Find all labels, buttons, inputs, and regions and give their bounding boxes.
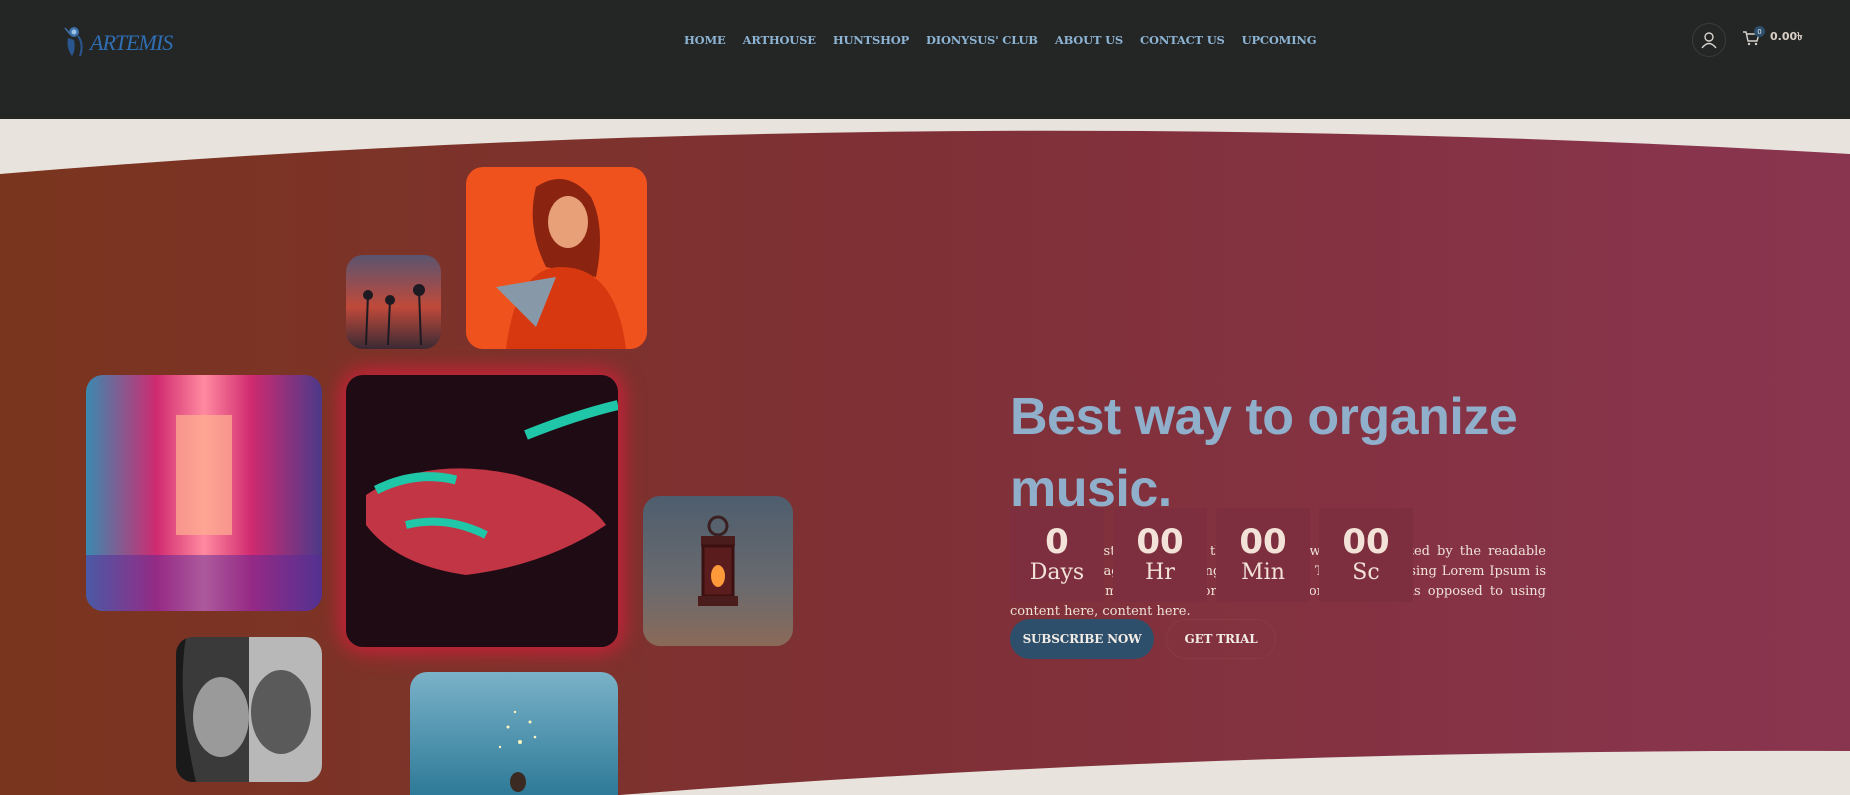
hero-headline: Best way to organize music. (1010, 388, 1518, 518)
countdown-hours: 00 Hr (1113, 508, 1207, 602)
cart-count-badge: 0 (1754, 26, 1765, 37)
photo-lantern-desert (643, 496, 793, 646)
user-icon (1701, 32, 1717, 49)
logo[interactable]: ARTEMIS (62, 22, 174, 60)
countdown-seconds: 00 Sc (1319, 508, 1413, 602)
cart-total: 0.00৳ (1770, 30, 1803, 43)
photo-red-hair-woman (466, 167, 647, 349)
hero-section: Best way to organize music. It is a long… (0, 119, 1850, 795)
countdown-seconds-value: 00 (1342, 522, 1390, 562)
countdown-minutes: 00 Min (1216, 508, 1310, 602)
main-nav: HOME ARTHOUSE HUNTSHOP DIONYSUS' CLUB AB… (684, 33, 1317, 47)
photo-neon-hands (346, 375, 618, 647)
site-header: ARTEMIS HOME ARTHOUSE HUNTSHOP DIONYSUS'… (0, 0, 1850, 119)
countdown-seconds-label: Sc (1352, 560, 1380, 585)
nav-arthouse[interactable]: ARTHOUSE (743, 33, 816, 47)
countdown-days: 0 Days (1010, 508, 1104, 602)
cart-button[interactable]: 0 0.00৳ (1742, 26, 1803, 47)
photo-ocean-sparkler (410, 672, 618, 795)
nav-contact-us[interactable]: CONTACT US (1140, 33, 1225, 47)
photo-two-faces (176, 637, 322, 782)
subscribe-now-button[interactable]: SUBSCRIBE NOW (1010, 619, 1154, 659)
nav-huntshop[interactable]: HUNTSHOP (833, 33, 909, 47)
photo-neon-hallway (86, 375, 322, 611)
nav-home[interactable]: HOME (684, 33, 726, 47)
account-button[interactable] (1692, 23, 1726, 57)
logo-text: ARTEMIS (90, 30, 173, 55)
nav-about-us[interactable]: ABOUT US (1055, 33, 1123, 47)
get-trial-button[interactable]: GET TRIAL (1166, 619, 1276, 659)
countdown-hours-label: Hr (1145, 560, 1175, 585)
nav-upcoming[interactable]: UPCOMING (1242, 33, 1317, 47)
countdown-hours-value: 00 (1136, 522, 1184, 562)
countdown-minutes-label: Min (1241, 560, 1285, 585)
countdown-days-value: 0 (1045, 522, 1069, 562)
countdown-days-label: Days (1029, 560, 1085, 585)
nav-dionysus-club[interactable]: DIONYSUS' CLUB (926, 33, 1038, 47)
countdown-minutes-value: 00 (1239, 522, 1287, 562)
photo-palm-sunset (346, 255, 441, 349)
